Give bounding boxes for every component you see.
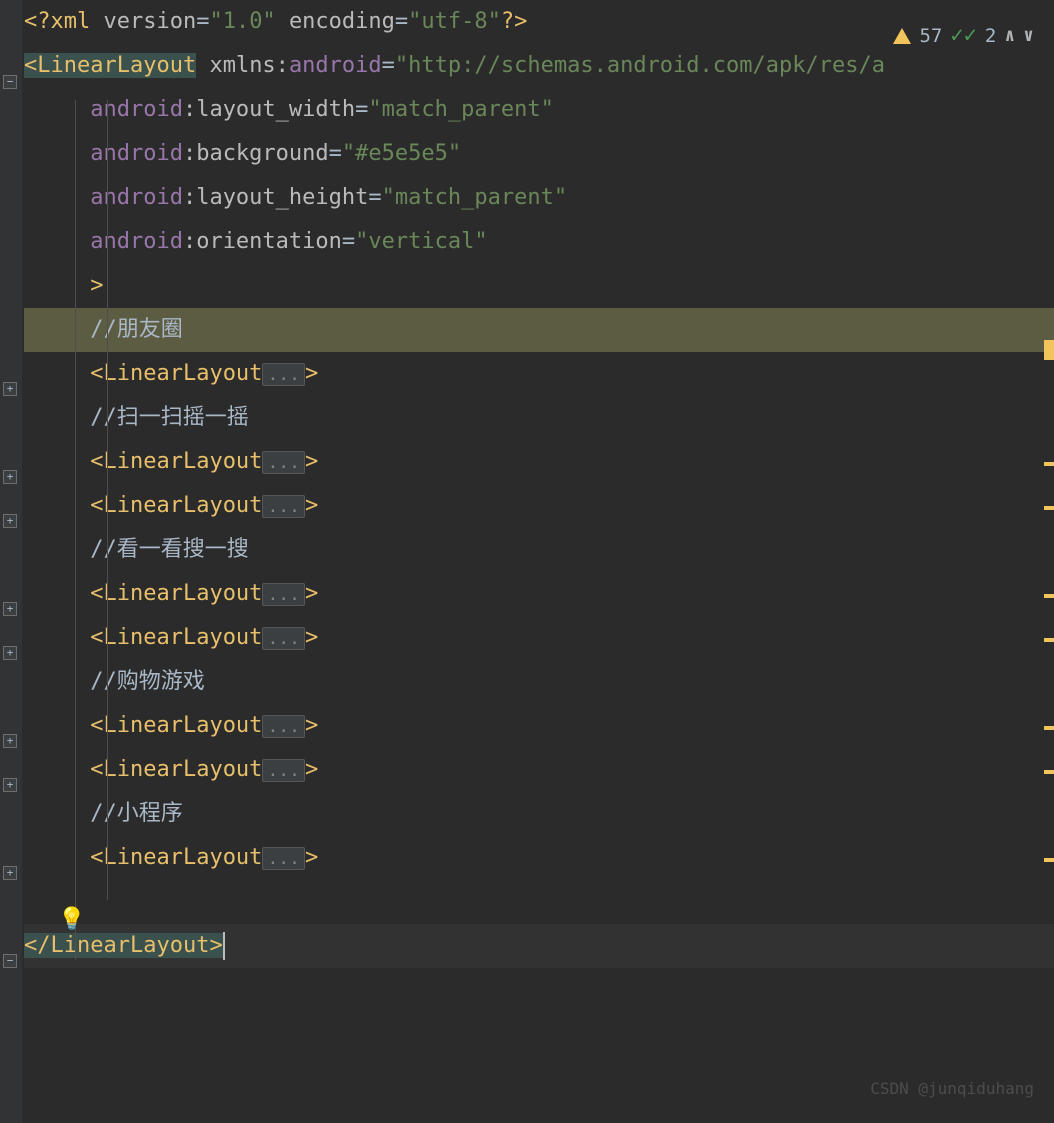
code-line[interactable]: //扫一扫摇一摇 [24, 396, 1054, 440]
indent-guide [107, 100, 108, 900]
warning-mark[interactable] [1044, 462, 1054, 466]
fold-expand-icon[interactable]: + [3, 470, 17, 484]
text-caret [223, 932, 225, 960]
warning-mark[interactable] [1044, 726, 1054, 730]
inspection-indicators: 57 ✓✓ 2 ∧ ∨ [893, 14, 1034, 58]
code-line[interactable]: //小程序 [24, 792, 1054, 836]
warning-mark[interactable] [1044, 594, 1054, 598]
code-line[interactable]: android:layout_width="match_parent" [24, 88, 1054, 132]
code-line[interactable]: //看一看搜一搜 [24, 528, 1054, 572]
warning-mark[interactable] [1044, 638, 1054, 642]
chevron-up-icon[interactable]: ∧ [1004, 14, 1015, 58]
fold-marker[interactable]: ... [262, 495, 305, 518]
bulb-icon[interactable]: 💡 [58, 898, 85, 942]
fold-marker[interactable]: ... [262, 715, 305, 738]
code-line[interactable]: > [24, 264, 1054, 308]
code-line[interactable]: </LinearLayout> [24, 924, 1054, 968]
check-count: 2 [985, 14, 996, 58]
code-editor[interactable]: 57 ✓✓ 2 ∧ ∨ <?xml version="1.0" encoding… [22, 0, 1054, 1123]
code-line[interactable]: android:background="#e5e5e5" [24, 132, 1054, 176]
fold-marker[interactable]: ... [262, 759, 305, 782]
code-line[interactable]: //购物游戏 [24, 660, 1054, 704]
fold-marker[interactable]: ... [262, 847, 305, 870]
code-line[interactable]: <LinearLayout...> [24, 440, 1054, 484]
error-stripe [1048, 0, 1054, 1123]
fold-expand-icon[interactable]: + [3, 646, 17, 660]
chevron-down-icon[interactable]: ∨ [1023, 14, 1034, 58]
code-line[interactable]: <LinearLayout...> [24, 572, 1054, 616]
fold-marker[interactable]: ... [262, 363, 305, 386]
warning-mark[interactable] [1044, 858, 1054, 862]
warning-icon[interactable] [893, 28, 911, 44]
code-line[interactable]: <LinearLayout...> [24, 352, 1054, 396]
fold-marker[interactable]: ... [262, 451, 305, 474]
code-line[interactable]: <LinearLayout...> [24, 616, 1054, 660]
code-line[interactable]: <LinearLayout...> [24, 836, 1054, 880]
warning-mark[interactable] [1044, 340, 1054, 360]
fold-expand-icon[interactable]: + [3, 602, 17, 616]
warning-mark[interactable] [1044, 770, 1054, 774]
code-line[interactable]: //朋友圈 [24, 308, 1054, 352]
fold-expand-icon[interactable]: + [3, 866, 17, 880]
fold-toggle-icon[interactable]: − [3, 75, 17, 89]
code-line[interactable]: android:layout_height="match_parent" [24, 176, 1054, 220]
warning-count: 57 [919, 14, 942, 58]
code-line[interactable] [24, 880, 1054, 924]
fold-expand-icon[interactable]: + [3, 734, 17, 748]
fold-marker[interactable]: ... [262, 627, 305, 650]
check-icon[interactable]: ✓✓ [950, 14, 977, 58]
warning-mark[interactable] [1044, 506, 1054, 510]
fold-expand-icon[interactable]: + [3, 514, 17, 528]
fold-expand-icon[interactable]: + [3, 778, 17, 792]
fold-toggle-icon[interactable]: − [3, 954, 17, 968]
editor-gutter: − + + + + + + + + − [0, 0, 22, 1123]
code-line[interactable]: <LinearLayout...> [24, 484, 1054, 528]
code-line[interactable]: <LinearLayout...> [24, 704, 1054, 748]
watermark: CSDN @junqiduhang [870, 1067, 1034, 1111]
code-line[interactable]: android:orientation="vertical" [24, 220, 1054, 264]
code-line[interactable]: <LinearLayout...> [24, 748, 1054, 792]
fold-marker[interactable]: ... [262, 583, 305, 606]
indent-guide [75, 100, 76, 960]
fold-expand-icon[interactable]: + [3, 382, 17, 396]
